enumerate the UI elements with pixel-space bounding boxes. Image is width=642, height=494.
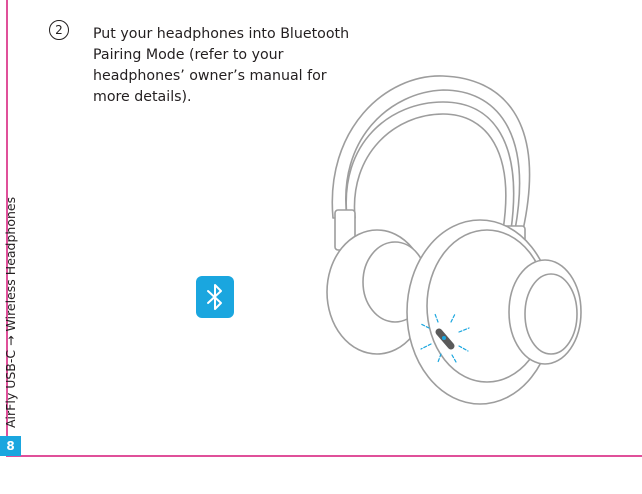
step-instruction: Put your headphones into Bluetooth Pairi…	[93, 26, 350, 105]
side-title: AirFly USB-C → Wireless Headphones	[3, 196, 18, 428]
bluetooth-icon	[196, 276, 234, 318]
page-number: 8	[6, 439, 15, 453]
bottom-margin-rule	[6, 455, 642, 457]
page-number-badge: 8	[0, 436, 21, 456]
manual-page: AirFly USB-C → Wireless Headphones 8 2 P…	[0, 0, 642, 494]
bluetooth-glyph	[207, 284, 222, 310]
headphones-illustration	[326, 75, 582, 405]
step-number-circle: 2	[49, 20, 69, 40]
step-number: 2	[55, 23, 63, 37]
